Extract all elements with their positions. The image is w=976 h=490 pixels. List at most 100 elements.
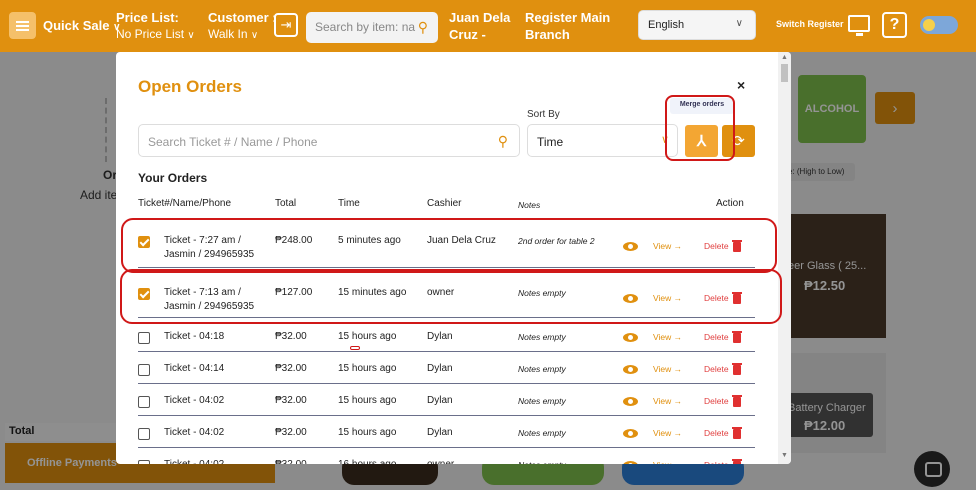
cashier-cell: Dylan bbox=[427, 331, 453, 342]
ticket-cell: Ticket - 04:02 bbox=[164, 426, 224, 440]
total-cell: ₱32.00 bbox=[275, 395, 307, 406]
chevron-down-icon: ∨ bbox=[735, 18, 743, 29]
branch-line1: Register Main bbox=[525, 10, 611, 25]
view-button[interactable]: View → bbox=[653, 364, 682, 374]
annotation-mark bbox=[350, 346, 360, 350]
column-notes: Notes bbox=[518, 200, 541, 210]
exit-icon[interactable]: ⇥ bbox=[274, 13, 298, 37]
notes-cell: Notes empty bbox=[518, 428, 566, 438]
ticket-line1: Ticket - 04:02 bbox=[164, 427, 225, 438]
customer-dropdown[interactable]: Customer : Walk In ∨ bbox=[208, 9, 277, 44]
user-name: Juan Dela Cruz - bbox=[449, 9, 510, 43]
chevron-down-icon: ∨ bbox=[250, 30, 259, 41]
scrollbar-thumb[interactable] bbox=[781, 64, 788, 82]
modal-scrollbar[interactable]: ▲ ▼ bbox=[778, 52, 791, 464]
item-search-placeholder: Search by item: na bbox=[315, 20, 416, 34]
annotation-highlight bbox=[121, 218, 777, 273]
scroll-up-icon[interactable]: ▲ bbox=[781, 54, 788, 61]
ticket-cell: Ticket - 04:14 bbox=[164, 362, 224, 376]
ticket-line1: Ticket - 04:02 bbox=[164, 458, 224, 464]
table-row[interactable]: Ticket - 04:18 ₱32.00 15 hours ago Dylan… bbox=[138, 320, 755, 352]
delete-button[interactable]: Delete bbox=[704, 396, 729, 406]
language-value: English bbox=[648, 19, 685, 31]
language-select[interactable]: English ∨ bbox=[638, 10, 756, 40]
time-cell: 15 hours ago bbox=[338, 427, 397, 438]
quick-sale-dropdown[interactable]: Quick Sale ∨ bbox=[43, 17, 120, 36]
ticket-line1: Ticket - 04:14 bbox=[164, 363, 225, 374]
monitor-icon[interactable] bbox=[848, 15, 870, 36]
view-button[interactable]: View → bbox=[653, 460, 682, 464]
delete-button[interactable]: Delete bbox=[704, 460, 729, 464]
trash-icon[interactable] bbox=[732, 459, 742, 464]
item-search-input[interactable]: Search by item: na ⚲ bbox=[306, 12, 438, 43]
table-row[interactable]: Ticket - 04:02 ₱32.00 16 hours ago owner… bbox=[138, 448, 755, 464]
menu-button[interactable] bbox=[9, 12, 36, 39]
switch-register-button[interactable]: Switch Register bbox=[776, 19, 844, 29]
table-row[interactable]: Ticket - 04:14 ₱32.00 15 hours ago Dylan… bbox=[138, 352, 755, 384]
ticket-line1: Ticket - 04:02 bbox=[164, 395, 225, 406]
view-button[interactable]: View → bbox=[653, 428, 682, 438]
notes-cell: Notes empty bbox=[518, 396, 566, 406]
price-list-value: No Price List bbox=[116, 27, 185, 41]
trash-icon[interactable] bbox=[732, 395, 742, 407]
time-cell: 15 hours ago bbox=[338, 331, 397, 342]
ticket-search-input[interactable]: Search Ticket # / Name / Phone ⚲ bbox=[138, 124, 520, 157]
trash-icon[interactable] bbox=[732, 331, 742, 343]
your-orders-heading: Your Orders bbox=[138, 171, 208, 185]
eye-icon[interactable] bbox=[623, 461, 638, 464]
ticket-search-placeholder: Search Ticket # / Name / Phone bbox=[148, 135, 318, 149]
price-list-dropdown[interactable]: Price List: No Price List ∨ bbox=[116, 9, 195, 44]
trash-icon[interactable] bbox=[732, 427, 742, 439]
row-checkbox[interactable] bbox=[138, 428, 150, 440]
column-cashier: Cashier bbox=[427, 198, 462, 209]
time-cell: 15 hours ago bbox=[338, 363, 397, 374]
notes-cell: Notes empty bbox=[518, 458, 566, 464]
ticket-line1: Ticket - 04:18 bbox=[164, 331, 225, 342]
time-cell: 16 hours ago bbox=[338, 458, 396, 464]
ticket-cell: Ticket - 04:02 bbox=[164, 394, 224, 408]
row-checkbox[interactable] bbox=[138, 460, 150, 464]
user-name-line2: Cruz - bbox=[449, 27, 486, 42]
row-checkbox[interactable] bbox=[138, 396, 150, 408]
sort-by-select[interactable]: Time ∨ bbox=[527, 124, 678, 157]
time-cell: 15 hours ago bbox=[338, 395, 397, 406]
total-cell: ₱32.00 bbox=[275, 363, 307, 374]
table-row[interactable]: Ticket - 04:02 ₱32.00 15 hours ago Dylan… bbox=[138, 416, 755, 448]
eye-icon[interactable] bbox=[623, 397, 638, 406]
notes-cell: Notes empty bbox=[518, 364, 566, 374]
eye-icon[interactable] bbox=[623, 333, 638, 342]
annotation-highlight bbox=[120, 269, 782, 324]
sort-by-value: Time bbox=[537, 135, 564, 149]
modal-title: Open Orders bbox=[138, 77, 242, 96]
delete-button[interactable]: Delete bbox=[704, 364, 729, 374]
search-icon: ⚲ bbox=[497, 133, 508, 149]
eye-icon[interactable] bbox=[623, 365, 638, 374]
view-button[interactable]: View → bbox=[653, 396, 682, 406]
close-icon[interactable]: × bbox=[737, 77, 745, 93]
top-bar: Quick Sale ∨ Price List: No Price List ∨… bbox=[0, 0, 976, 52]
hamburger-icon bbox=[16, 24, 29, 27]
branch-name: Register Main Branch bbox=[525, 9, 610, 43]
table-row[interactable]: Ticket - 04:02 ₱32.00 15 hours ago Dylan… bbox=[138, 384, 755, 416]
delete-button[interactable]: Delete bbox=[704, 428, 729, 438]
eye-icon[interactable] bbox=[623, 429, 638, 438]
trash-icon[interactable] bbox=[732, 363, 742, 375]
customer-label: Customer : bbox=[208, 10, 277, 25]
cashier-cell: Dylan bbox=[427, 395, 453, 406]
branch-line2: Branch bbox=[525, 27, 570, 42]
column-time: Time bbox=[338, 198, 360, 209]
cashier-cell: Dylan bbox=[427, 427, 453, 438]
view-button[interactable]: View → bbox=[653, 332, 682, 342]
help-button[interactable]: ? bbox=[882, 12, 907, 38]
scroll-down-icon[interactable]: ▼ bbox=[781, 452, 788, 459]
row-checkbox[interactable] bbox=[138, 332, 150, 344]
theme-toggle[interactable] bbox=[920, 16, 958, 34]
column-ticket: Ticket#/Name/Phone bbox=[138, 198, 232, 209]
row-checkbox[interactable] bbox=[138, 364, 150, 376]
price-list-label: Price List: bbox=[116, 10, 179, 25]
delete-button[interactable]: Delete bbox=[704, 332, 729, 342]
annotation-highlight bbox=[665, 95, 735, 161]
notes-cell: Notes empty bbox=[518, 332, 566, 342]
chevron-down-icon: ∨ bbox=[187, 30, 195, 41]
ticket-cell: Ticket - 04:18 bbox=[164, 330, 224, 344]
